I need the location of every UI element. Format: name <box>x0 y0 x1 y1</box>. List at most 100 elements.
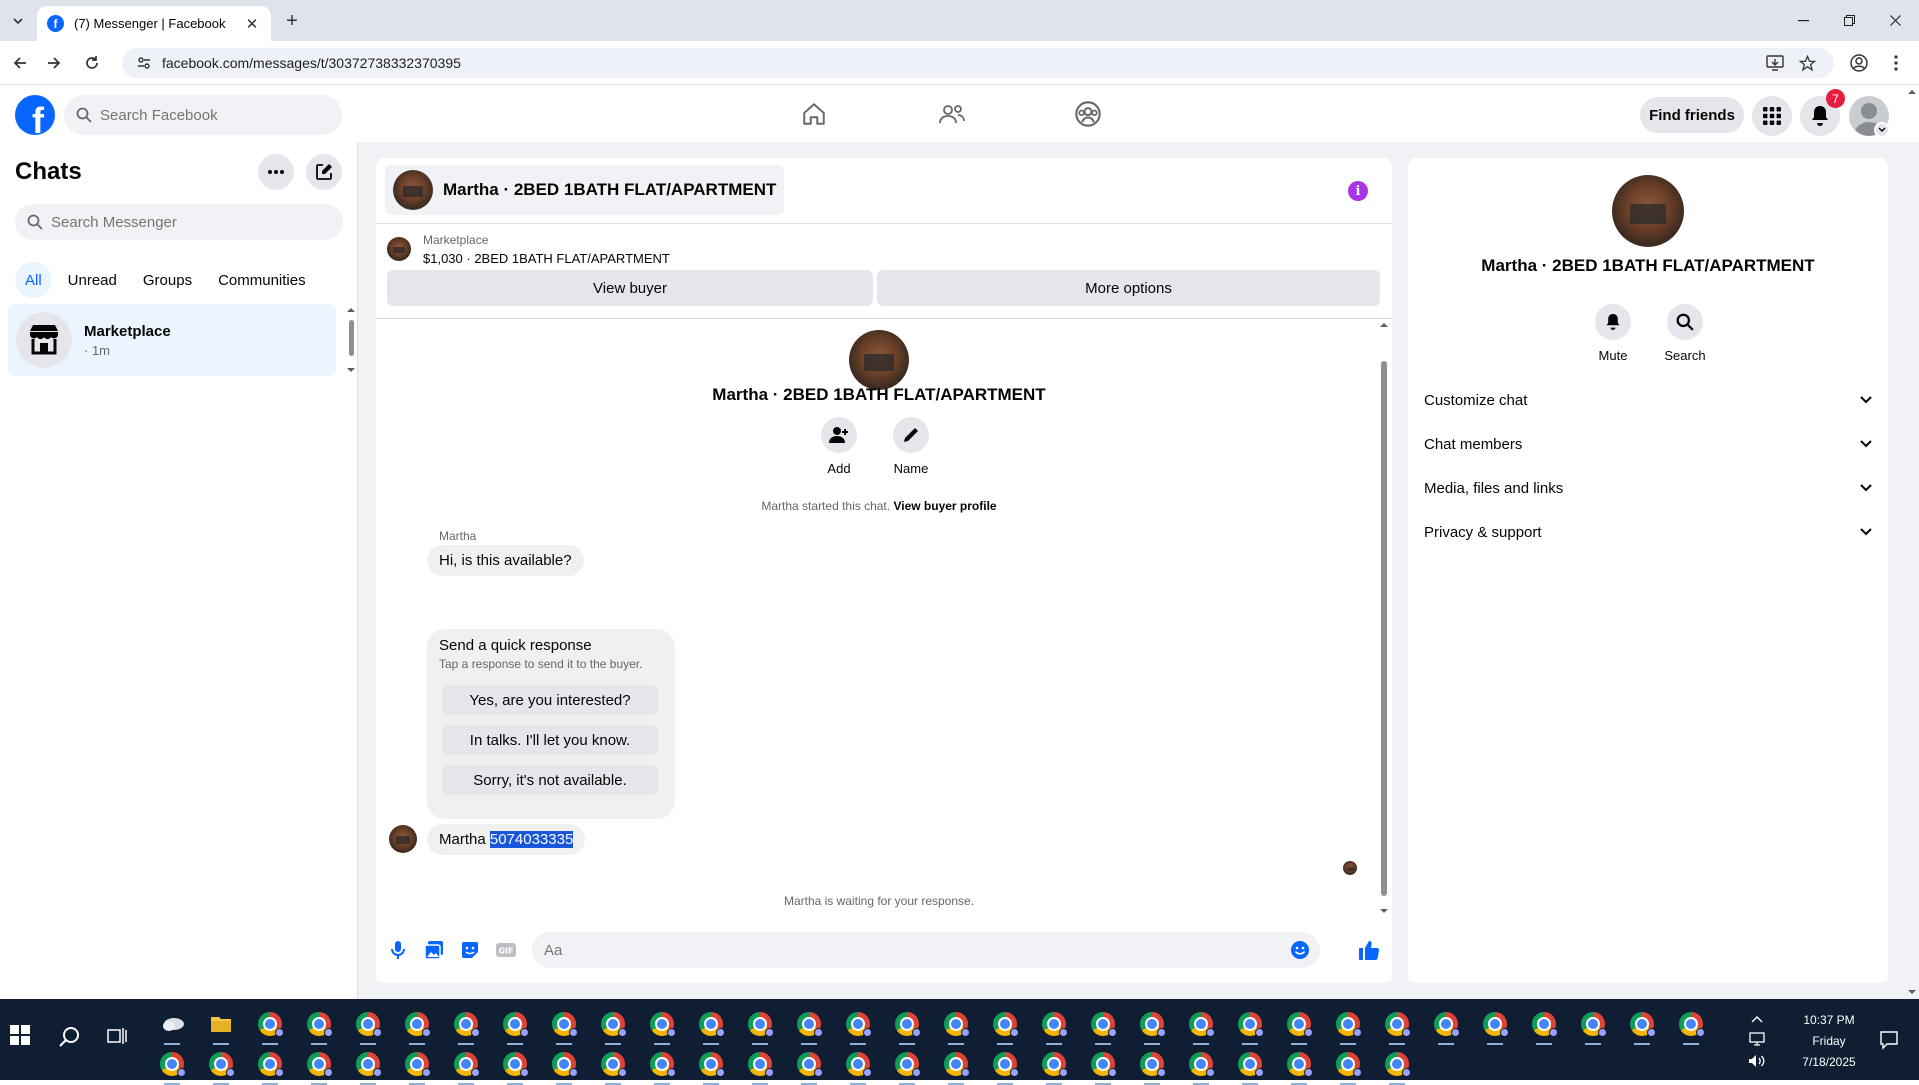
chrome-profile-icon[interactable] <box>503 1052 529 1077</box>
menu-grid-icon[interactable] <box>1752 96 1792 136</box>
messenger-search-input[interactable] <box>51 213 250 231</box>
mute-action[interactable]: Mute <box>1578 304 1648 363</box>
chrome-profile-icon[interactable] <box>1042 1012 1068 1037</box>
chrome-profile-icon[interactable] <box>1238 1012 1264 1037</box>
message-input-field[interactable] <box>532 932 1320 968</box>
bookmark-star-icon[interactable] <box>1794 48 1820 78</box>
info-icon[interactable]: i <box>1348 181 1368 201</box>
messenger-search[interactable] <box>15 204 343 240</box>
chrome-profile-icon[interactable] <box>307 1012 333 1037</box>
window-close-icon[interactable] <box>1872 0 1918 41</box>
chrome-profile-icon[interactable] <box>895 1012 921 1037</box>
browser-tab-messenger[interactable]: f (7) Messenger | Facebook ✕ <box>37 6 271 41</box>
chrome-profile-icon[interactable] <box>1385 1012 1411 1037</box>
new-message-icon[interactable] <box>306 154 342 190</box>
chrome-profile-icon[interactable] <box>307 1052 333 1077</box>
chrome-profile-icon[interactable] <box>1581 1012 1607 1037</box>
chrome-profile-icon[interactable] <box>1140 1052 1166 1077</box>
sender-avatar[interactable] <box>389 825 417 853</box>
chrome-profile-icon[interactable] <box>405 1012 431 1037</box>
weather-icon[interactable] <box>160 1012 184 1036</box>
filter-unread[interactable]: Unread <box>58 262 127 298</box>
browser-menu-icon[interactable] <box>1884 51 1908 75</box>
view-buyer-profile-link[interactable]: View buyer profile <box>893 499 996 513</box>
sidebar-scrollbar[interactable] <box>346 304 356 376</box>
message-bubble[interactable]: Martha 5074033335 <box>427 824 586 855</box>
gif-icon[interactable]: GIF <box>494 938 518 962</box>
chrome-profile-icon[interactable] <box>1042 1052 1068 1077</box>
search-conversation-action[interactable]: Search <box>1650 304 1720 363</box>
show-hidden-icons-chevron-icon[interactable] <box>1748 1010 1766 1028</box>
chrome-profile-icon[interactable] <box>1336 1012 1362 1037</box>
emoji-icon[interactable] <box>1290 940 1310 960</box>
chrome-profile-icon[interactable] <box>454 1052 480 1077</box>
find-friends-button[interactable]: Find friends <box>1640 97 1744 133</box>
listing-price-title[interactable]: $1,030 · 2BED 1BATH FLAT/APARTMENT <box>423 251 670 266</box>
site-settings-icon[interactable] <box>136 55 152 71</box>
chrome-profile-icon[interactable] <box>405 1052 431 1077</box>
chrome-profile-icon[interactable] <box>699 1052 725 1077</box>
chrome-profile-icon[interactable] <box>846 1012 872 1037</box>
tab-search-chevron-icon[interactable] <box>6 9 30 33</box>
chrome-profile-icon[interactable] <box>1483 1012 1509 1037</box>
chrome-profile-icon[interactable] <box>993 1012 1019 1037</box>
facebook-search-input[interactable] <box>100 106 320 124</box>
message-input[interactable] <box>544 941 1244 959</box>
filter-groups[interactable]: Groups <box>133 262 202 298</box>
windows-start-icon[interactable] <box>10 1025 34 1049</box>
name-chat-action[interactable]: Name <box>881 417 941 476</box>
listing-thumbnail[interactable] <box>387 237 411 261</box>
chrome-profile-icon[interactable] <box>1287 1052 1313 1077</box>
more-options-button[interactable]: More options <box>877 270 1380 306</box>
task-view-icon[interactable] <box>107 1026 127 1046</box>
forward-arrow-icon[interactable] <box>42 51 66 75</box>
chrome-profile-icon[interactable] <box>601 1052 627 1077</box>
chrome-profile-icon[interactable] <box>944 1052 970 1077</box>
selected-phone-number[interactable]: 5074033335 <box>489 831 574 848</box>
minimize-icon[interactable] <box>1780 0 1826 41</box>
chrome-profile-icon[interactable] <box>601 1012 627 1037</box>
profile-icon[interactable] <box>1847 51 1871 75</box>
filter-all[interactable]: All <box>15 262 52 298</box>
chrome-profile-icon[interactable] <box>503 1012 529 1037</box>
chrome-profile-icon[interactable] <box>1238 1052 1264 1077</box>
chrome-profile-icon[interactable] <box>797 1052 823 1077</box>
chrome-profile-icon[interactable] <box>1385 1052 1411 1077</box>
chrome-profile-icon[interactable] <box>1189 1052 1215 1077</box>
section-chat-members[interactable]: Chat members <box>1424 426 1872 462</box>
url-bar[interactable]: facebook.com/messages/t/3037273833237039… <box>122 48 1834 78</box>
chrome-profile-icon[interactable] <box>258 1012 284 1037</box>
chrome-profile-icon[interactable] <box>1287 1012 1313 1037</box>
thread-scrollbar[interactable] <box>1377 319 1391 918</box>
file-explorer-icon[interactable] <box>209 1012 233 1036</box>
thumbs-up-icon[interactable] <box>1357 938 1381 962</box>
section-media-files-links[interactable]: Media, files and links <box>1424 470 1872 506</box>
chrome-profile-icon[interactable] <box>748 1012 774 1037</box>
chrome-profile-icon[interactable] <box>797 1012 823 1037</box>
facebook-logo-icon[interactable]: f <box>15 95 55 135</box>
new-tab-button[interactable]: + <box>281 10 303 32</box>
quick-response-option[interactable]: Sorry, it's not available. <box>442 765 658 795</box>
chrome-profile-icon[interactable] <box>650 1052 676 1077</box>
tab-close-icon[interactable]: ✕ <box>243 15 261 33</box>
chrome-profile-icon[interactable] <box>1532 1012 1558 1037</box>
restore-icon[interactable] <box>1826 0 1872 41</box>
filter-communities[interactable]: Communities <box>208 262 316 298</box>
chrome-profile-icon[interactable] <box>356 1052 382 1077</box>
microphone-icon[interactable] <box>386 938 410 962</box>
chrome-profile-icon[interactable] <box>846 1052 872 1077</box>
chrome-profile-icon[interactable] <box>1679 1012 1705 1037</box>
chrome-profile-icon[interactable] <box>650 1012 676 1037</box>
chrome-profile-icon[interactable] <box>1434 1012 1460 1037</box>
sticker-icon[interactable] <box>458 938 482 962</box>
notification-center-icon[interactable] <box>1878 1029 1900 1051</box>
chrome-profile-icon[interactable] <box>552 1012 578 1037</box>
taskbar-clock[interactable]: 10:37 PM Friday 7/18/2025 <box>1784 1010 1874 1073</box>
section-privacy-support[interactable]: Privacy & support <box>1424 514 1872 550</box>
facebook-search[interactable] <box>64 95 342 135</box>
home-icon[interactable] <box>796 96 832 132</box>
photo-icon[interactable] <box>422 938 446 962</box>
chrome-profile-icon[interactable] <box>1140 1012 1166 1037</box>
view-buyer-button[interactable]: View buyer <box>387 270 873 306</box>
volume-icon[interactable] <box>1748 1052 1766 1070</box>
